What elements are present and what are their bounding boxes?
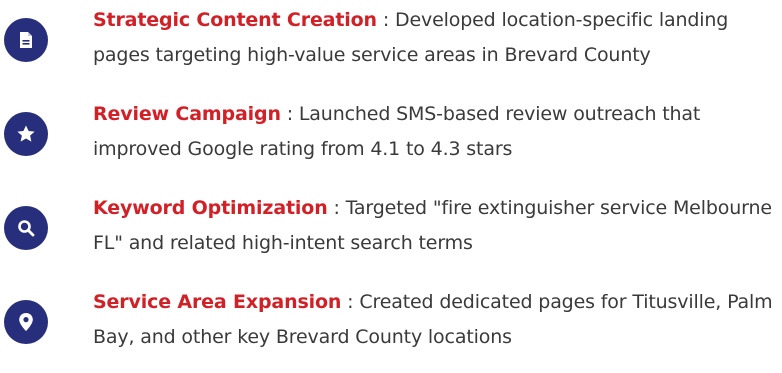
map-pin-icon [4,300,48,344]
item-text: Keyword Optimization : Targeted "fire ex… [93,191,782,261]
item-text: Service Area Expansion : Created dedicat… [93,285,782,355]
item-title: Keyword Optimization [93,197,328,219]
item-separator: : [327,197,346,219]
item-title: Service Area Expansion [93,291,342,313]
item-title: Review Campaign [93,103,281,125]
list-item: Service Area Expansion : Created dedicat… [0,282,782,362]
achievements-list: Strategic Content Creation : Developed l… [0,0,782,373]
item-separator: : [341,291,360,313]
list-item: Keyword Optimization : Targeted "fire ex… [0,188,782,268]
item-separator: : [376,9,395,31]
search-icon [4,206,48,250]
item-separator: : [280,103,299,125]
document-icon [4,18,48,62]
star-icon [4,112,48,156]
list-item: Strategic Content Creation : Developed l… [0,0,782,80]
item-text: Strategic Content Creation : Developed l… [93,3,782,73]
item-text: Review Campaign : Launched SMS-based rev… [93,97,782,167]
item-title: Strategic Content Creation [93,9,377,31]
list-item: Review Campaign : Launched SMS-based rev… [0,94,782,174]
